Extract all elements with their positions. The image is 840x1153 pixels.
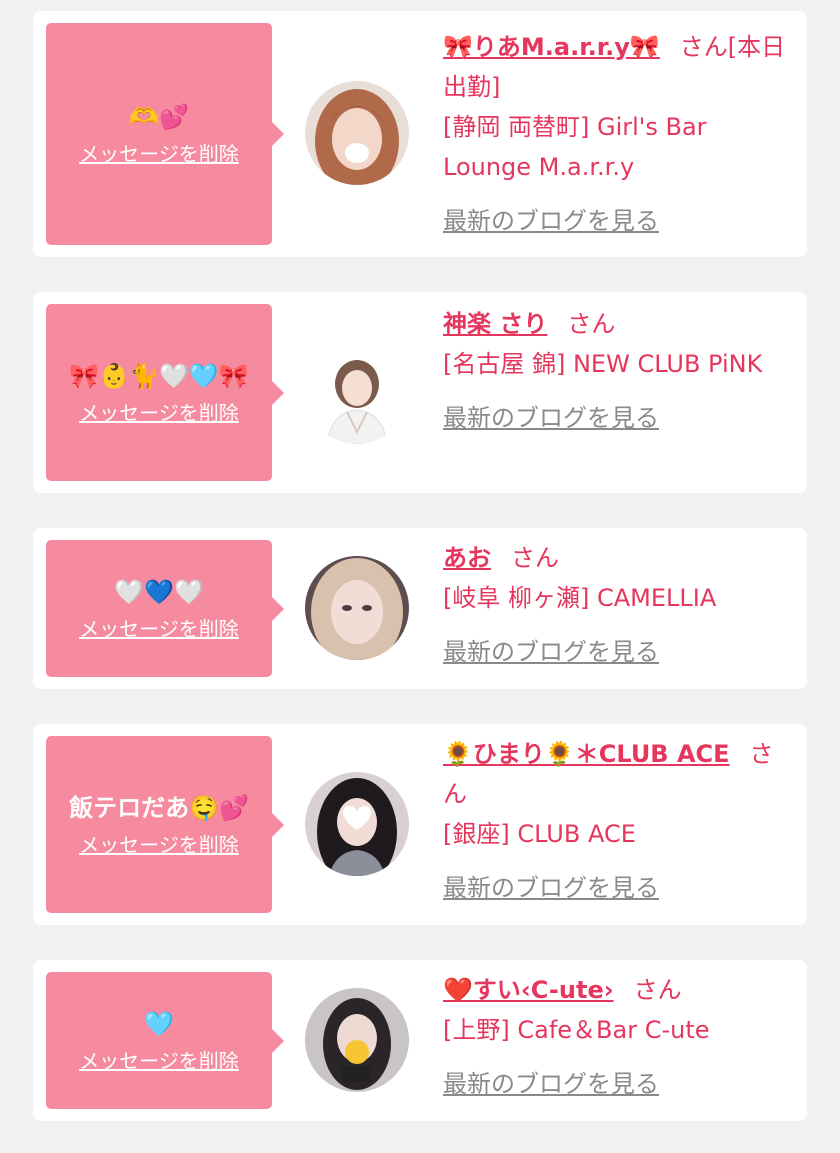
latest-blog-link[interactable]: 最新のブログを見る (443, 1064, 789, 1104)
message-text: 🎀👶🐈🤍🩵🎀 (69, 361, 249, 390)
latest-blog-link[interactable]: 最新のブログを見る (443, 201, 789, 241)
avatar[interactable] (305, 772, 409, 876)
shop-info: [銀座] CLUB ACE (443, 820, 636, 848)
message-bubble: 飯テロだあ🤤💕 メッセージを削除 (46, 736, 284, 913)
message-card: 飯テロだあ🤤💕 メッセージを削除 🌻ひまり🌻＊CLUB ACE さん [銀座] C… (33, 724, 807, 925)
message-card: 🩵 メッセージを削除 ❤️すい‹C-ute› さん [上野] Cafe＆Bar C… (33, 960, 807, 1121)
cast-info: ❤️すい‹C-ute› さん [上野] Cafe＆Bar C-ute 最新のブログ… (443, 970, 789, 1104)
delete-message-link[interactable]: メッセージを削除 (79, 833, 239, 857)
message-card: 🤍💙🤍 メッセージを削除 あお さん [岐阜 柳ヶ瀬] CAMELLIA 最新のブ… (33, 528, 807, 689)
shop-info: [上野] Cafe＆Bar C-ute (443, 1016, 710, 1044)
shop-info: [静岡 両替町] Girl's Bar Lounge M.a.r.r.y (443, 113, 707, 181)
avatar[interactable] (305, 556, 409, 660)
message-bubble: 🫶💕 メッセージを削除 (46, 23, 284, 245)
message-bubble: 🎀👶🐈🤍🩵🎀 メッセージを削除 (46, 304, 284, 481)
cast-name-link[interactable]: 🎀りあM.a.r.r.y🎀 (443, 33, 660, 61)
cast-name-link[interactable]: あお (443, 544, 491, 572)
latest-blog-link[interactable]: 最新のブログを見る (443, 868, 789, 908)
latest-blog-link[interactable]: 最新のブログを見る (443, 398, 789, 438)
message-card: 🫶💕 メッセージを削除 🎀りあM.a.r.r.y🎀 さん[本日出勤] [静岡 両替… (33, 11, 807, 257)
avatar[interactable] (305, 988, 409, 1092)
avatar[interactable] (305, 340, 409, 444)
delete-message-link[interactable]: メッセージを削除 (79, 142, 239, 166)
message-card: 🎀👶🐈🤍🩵🎀 メッセージを削除 神楽 さり さん [名古屋 錦] NEW CLUB… (33, 292, 807, 493)
delete-message-link[interactable]: メッセージを削除 (79, 401, 239, 425)
cast-info: あお さん [岐阜 柳ヶ瀬] CAMELLIA 最新のブログを見る (443, 538, 789, 672)
message-text: 飯テロだあ🤤💕 (69, 793, 249, 822)
message-text: 🤍💙🤍 (114, 577, 204, 606)
message-text: 🫶💕 (129, 103, 189, 131)
shop-info: [岐阜 柳ヶ瀬] CAMELLIA (443, 584, 717, 612)
honorific: さん (633, 976, 682, 1004)
cast-info: 神楽 さり さん [名古屋 錦] NEW CLUB PiNK 最新のブログを見る (443, 304, 789, 438)
honorific: さん (567, 310, 616, 338)
message-bubble: 🩵 メッセージを削除 (46, 972, 284, 1109)
latest-blog-link[interactable]: 最新のブログを見る (443, 632, 789, 672)
cast-name-link[interactable]: ❤️すい‹C-ute› (443, 976, 614, 1004)
message-bubble: 🤍💙🤍 メッセージを削除 (46, 540, 284, 677)
honorific: さん (679, 33, 728, 61)
avatar[interactable] (305, 81, 409, 185)
delete-message-link[interactable]: メッセージを削除 (79, 1049, 239, 1073)
cast-info: 🎀りあM.a.r.r.y🎀 さん[本日出勤] [静岡 両替町] Girl's Ba… (443, 27, 789, 241)
delete-message-link[interactable]: メッセージを削除 (79, 617, 239, 641)
message-text: 🩵 (144, 1009, 174, 1038)
cast-name-link[interactable]: 神楽 さり (443, 310, 547, 338)
shop-info: [名古屋 錦] NEW CLUB PiNK (443, 350, 763, 378)
cast-name-link[interactable]: 🌻ひまり🌻＊CLUB ACE (443, 740, 730, 768)
cast-info: 🌻ひまり🌻＊CLUB ACE さん [銀座] CLUB ACE 最新のブログを見る (443, 734, 789, 908)
honorific: さん (511, 544, 559, 572)
